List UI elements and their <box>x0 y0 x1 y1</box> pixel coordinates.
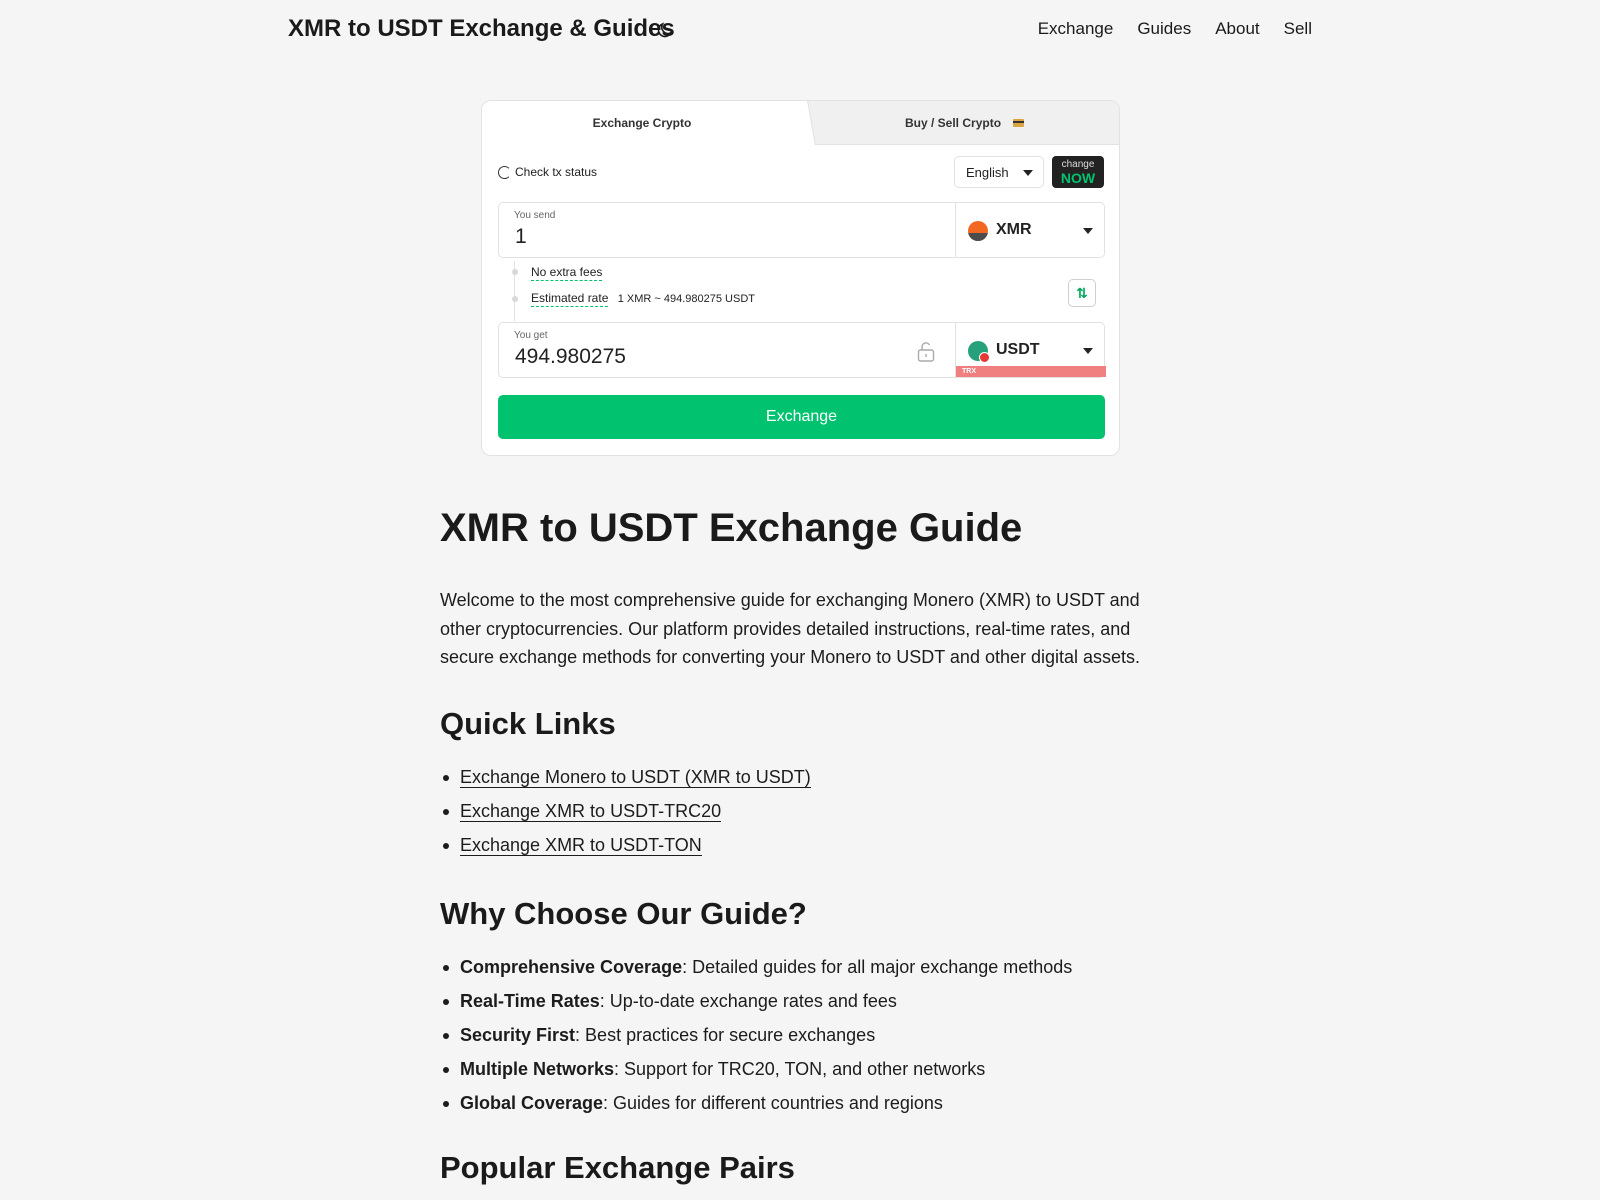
list-item: Exchange Monero to USDT (XMR to USDT) <box>440 760 1160 794</box>
monero-icon <box>968 221 988 241</box>
quick-link-xmr-usdt-trc20[interactable]: Exchange XMR to USDT-TRC20 <box>460 800 722 822</box>
changenow-logo[interactable]: change NOW <box>1052 156 1104 188</box>
check-tx-status-link[interactable]: Check tx status <box>498 165 597 179</box>
nav-about[interactable]: About <box>1215 19 1259 39</box>
nav-guides[interactable]: Guides <box>1137 19 1191 39</box>
feature-title: Comprehensive Coverage <box>460 956 683 977</box>
list-item: Exchange XMR to USDT-TON <box>440 828 1160 862</box>
feature-text: : Up-to-date exchange rates and fees <box>599 990 897 1011</box>
receive-currency: USDT <box>996 341 1040 358</box>
send-currency-select[interactable]: XMR <box>955 203 1105 257</box>
feature-title: Multiple Networks <box>460 1058 615 1079</box>
quick-link-xmr-usdt[interactable]: Exchange Monero to USDT (XMR to USDT) <box>460 766 811 788</box>
swap-arrows-icon: ⇅ <box>1076 285 1088 301</box>
quick-link-xmr-usdt-ton[interactable]: Exchange XMR to USDT-TON <box>460 834 702 856</box>
connector-dot <box>512 269 518 275</box>
list-item: Multiple Networks: Support for TRC20, TO… <box>440 1052 1160 1086</box>
popular-pairs-heading: Popular Exchange Pairs <box>440 1149 795 1185</box>
feature-text: : Guides for different countries and reg… <box>603 1092 943 1113</box>
no-fees-label: No extra fees <box>531 265 603 281</box>
list-item: Comprehensive Coverage: Detailed guides … <box>440 950 1160 984</box>
feature-text: : Detailed guides for all major exchange… <box>682 956 1073 977</box>
receive-amount: 494.980275 <box>515 345 626 368</box>
tether-icon <box>968 341 990 363</box>
intro-paragraph: Welcome to the most comprehensive guide … <box>440 590 1141 667</box>
guide-article: XMR to USDT Exchange Guide Welcome to th… <box>440 500 1160 1188</box>
why-choose-heading: Why Choose Our Guide? <box>440 895 807 931</box>
send-amount-input[interactable]: 1 <box>515 225 527 249</box>
moon-icon[interactable] <box>655 20 675 40</box>
logo-text-bottom: NOW <box>1060 170 1096 186</box>
no-fees-info[interactable]: No extra fees <box>531 265 603 281</box>
tab-buy-sell-label: Buy / Sell Crypto <box>905 116 1002 130</box>
swap-button[interactable]: ⇅ <box>1068 279 1096 307</box>
exchange-button[interactable]: Exchange <box>498 395 1105 439</box>
quick-links-list: Exchange Monero to USDT (XMR to USDT) Ex… <box>440 760 1160 862</box>
card-icon <box>1013 118 1025 127</box>
feature-text: : Support for TRC20, TON, and other netw… <box>614 1058 986 1079</box>
estimated-rate-info: Estimated rate 1 XMR ~ 494.980275 USDT <box>531 291 755 307</box>
main-nav: Exchange Guides About Sell <box>1038 19 1312 39</box>
language-value: English <box>966 165 1009 180</box>
feature-text: : Best practices for secure exchanges <box>575 1024 876 1045</box>
refresh-icon <box>498 165 511 179</box>
receive-currency-select[interactable]: USDT TRX <box>955 323 1106 377</box>
check-tx-label: Check tx status <box>515 165 598 179</box>
why-choose-list: Comprehensive Coverage: Detailed guides … <box>440 950 1160 1120</box>
exchange-widget: Buy / Sell Crypto Exchange Crypto Check … <box>481 100 1120 456</box>
nav-exchange[interactable]: Exchange <box>1038 19 1114 39</box>
feature-title: Global Coverage <box>460 1092 604 1113</box>
receive-box: You get 494.980275 USDT TRX <box>498 322 1106 378</box>
feature-title: Real-Time Rates <box>460 990 600 1011</box>
list-item: Security First: Best practices for secur… <box>440 1018 1160 1052</box>
feature-title: Security First <box>460 1024 576 1045</box>
site-title[interactable]: XMR to USDT Exchange & Guides <box>288 15 675 43</box>
network-badge: TRX <box>956 366 1106 377</box>
list-item: Exchange XMR to USDT-TRC20 <box>440 794 1160 828</box>
tab-exchange-crypto[interactable]: Exchange Crypto <box>482 101 802 145</box>
list-item: Real-Time Rates: Up-to-date exchange rat… <box>440 984 1160 1018</box>
quick-links-heading: Quick Links <box>440 705 616 741</box>
tab-buy-sell[interactable]: Buy / Sell Crypto <box>802 101 1119 145</box>
send-box: You send 1 XMR <box>498 202 1105 258</box>
site-header: XMR to USDT Exchange & Guides Exchange G… <box>0 0 1600 60</box>
widget-tabs: Buy / Sell Crypto Exchange Crypto <box>482 101 1119 145</box>
receive-label: You get <box>514 330 548 341</box>
chevron-down-icon <box>1023 170 1033 176</box>
list-item: Global Coverage: Guides for different co… <box>440 1086 1160 1120</box>
language-select[interactable]: English <box>954 156 1044 188</box>
page-title: XMR to USDT Exchange Guide <box>440 506 1023 550</box>
send-label: You send <box>514 210 556 221</box>
chevron-down-icon <box>1083 348 1093 354</box>
nav-sell[interactable]: Sell <box>1284 19 1312 39</box>
chevron-down-icon <box>1083 228 1093 234</box>
send-currency: XMR <box>996 221 1032 238</box>
estimated-rate-label[interactable]: Estimated rate <box>531 291 609 307</box>
unlock-icon[interactable] <box>917 342 935 362</box>
connector-dot <box>512 296 518 302</box>
estimated-rate-value: 1 XMR ~ 494.980275 USDT <box>617 293 755 305</box>
